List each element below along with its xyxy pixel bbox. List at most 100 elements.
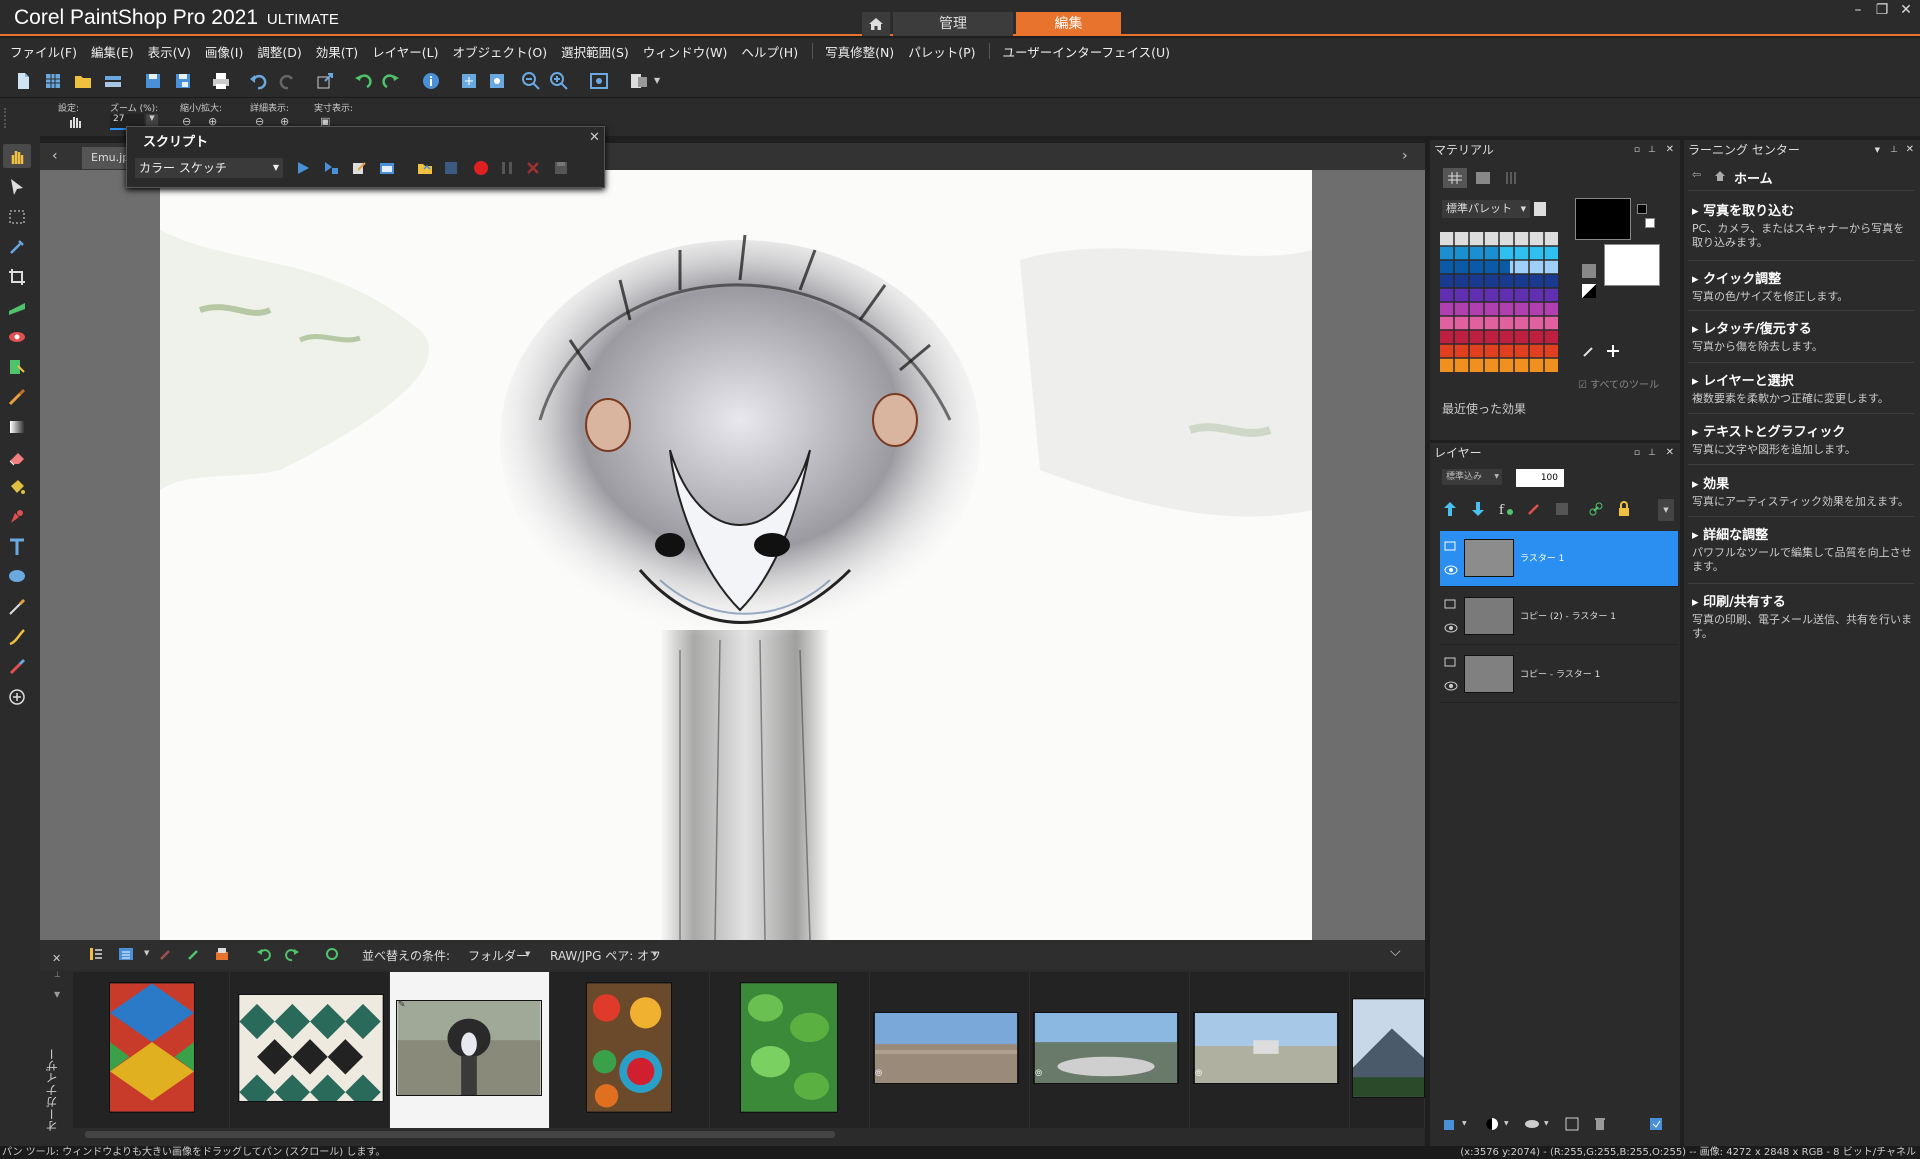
rotate-left-icon[interactable] — [256, 946, 272, 962]
menu-layers[interactable]: レイヤー(L) — [372, 42, 438, 61]
mask-from-image-icon[interactable] — [1524, 1116, 1540, 1132]
chevron-down-icon[interactable]: ▼ — [652, 950, 657, 958]
thumbnail-cell[interactable]: ⦾ — [870, 972, 1030, 1128]
menu-view[interactable]: 表示(V) — [148, 42, 191, 61]
chevron-down-icon[interactable]: ▼ — [654, 76, 660, 85]
save-script-icon[interactable] — [553, 160, 569, 176]
fill-tool-icon[interactable] — [6, 476, 28, 498]
script-close-button[interactable]: ✕ — [589, 130, 600, 145]
rotate-right-icon[interactable] — [284, 946, 300, 962]
dropper-icon[interactable] — [1582, 344, 1596, 358]
organizer-scrollbar[interactable] — [85, 1131, 835, 1138]
layer-row[interactable]: ラスター 1 — [1440, 531, 1678, 587]
redo-history-icon[interactable] — [380, 70, 402, 92]
visibility-eye-icon[interactable] — [1444, 565, 1458, 575]
workspace-tab-home[interactable] — [862, 12, 890, 36]
thumbnail-cell[interactable] — [230, 972, 390, 1128]
palette-options-icon[interactable] — [1534, 202, 1546, 216]
close-icon[interactable]: ✕ — [1666, 443, 1674, 463]
chevron-down-icon[interactable]: ▼ — [1544, 1120, 1549, 1127]
warp-brush-tool-icon[interactable] — [6, 626, 28, 648]
script-select[interactable]: カラー スケッチ ▼ — [135, 158, 283, 178]
new-mask-icon[interactable] — [1484, 1116, 1500, 1132]
new-raster-layer-icon[interactable] — [1442, 501, 1458, 517]
learning-item[interactable]: ▸ レタッチ/復元する 写真から傷を除去します。 — [1692, 318, 1912, 354]
new-from-grid-icon[interactable] — [42, 70, 64, 92]
print-icon[interactable] — [210, 70, 232, 92]
scan-icon[interactable] — [102, 70, 124, 92]
chevron-down-icon[interactable]: ▼ — [1462, 1120, 1467, 1127]
thumbnail-cell-selected[interactable]: ✎ — [390, 972, 550, 1128]
thumbnail-cell[interactable]: ⦾ — [1030, 972, 1190, 1128]
blend-mode-dropdown[interactable]: 標準込み ▼ — [1442, 469, 1502, 485]
menu-objects[interactable]: オブジェクト(O) — [453, 42, 548, 61]
new-vector-layer-icon[interactable] — [1470, 501, 1486, 517]
grip-handle[interactable] — [4, 108, 8, 128]
undo-history-icon[interactable] — [352, 70, 374, 92]
learning-item[interactable]: ▸ 印刷/共有する 写真の印刷、電子メール送信、共有を行います。 — [1692, 591, 1912, 641]
gradient-tool-icon[interactable] — [6, 416, 28, 438]
swap-colors-icon[interactable] — [1582, 264, 1596, 278]
stop-script-icon[interactable] — [443, 160, 459, 176]
undo-icon[interactable] — [248, 70, 270, 92]
view-options-icon[interactable] — [118, 946, 134, 962]
opacity-input[interactable]: 100 — [1516, 469, 1564, 487]
close-icon[interactable]: ✕ — [1906, 140, 1914, 160]
pause-script-icon[interactable] — [499, 160, 515, 176]
pin-icon[interactable]: ⊥ — [1648, 140, 1656, 160]
pen-tool-icon[interactable] — [6, 506, 28, 528]
mixer-tab-icon[interactable] — [1504, 172, 1518, 184]
dropper-tool-icon[interactable] — [6, 236, 28, 258]
image-info-icon[interactable] — [420, 70, 442, 92]
learning-item[interactable]: ▸ 詳細な調整 パワフルなツールで編集して品質を向上させます。 — [1692, 524, 1912, 574]
layers-more-button[interactable]: ▼ — [1658, 499, 1674, 521]
selection-tool-icon[interactable] — [6, 206, 28, 228]
adjustment-layer-icon[interactable] — [1526, 501, 1542, 517]
clone-tool-icon[interactable] — [6, 356, 28, 378]
home-icon[interactable] — [1714, 170, 1726, 182]
screenshot-icon[interactable] — [588, 70, 610, 92]
fit-image-icon[interactable] — [486, 70, 508, 92]
chevron-right-icon[interactable]: › — [1402, 148, 1408, 164]
thumbnail-cell[interactable]: ⦾ — [1190, 972, 1350, 1128]
workspace-tab-edit[interactable]: 編集 — [1016, 12, 1121, 36]
workspace-tab-manage[interactable]: 管理 — [893, 12, 1013, 36]
art-brush-tool-icon[interactable] — [6, 596, 28, 618]
restore-button[interactable]: ❐ — [1870, 2, 1894, 22]
pin-icon[interactable]: ⊥ — [1648, 443, 1656, 463]
merge-icon[interactable] — [1564, 1116, 1580, 1132]
learning-item[interactable]: ▸ クイック調整 写真の色/サイズを修正します。 — [1692, 268, 1912, 304]
raw-jpg-pair-dropdown[interactable]: RAW/JPG ペア: オフ — [550, 947, 661, 964]
save-as-icon[interactable] — [172, 70, 194, 92]
batch-icon[interactable] — [214, 946, 230, 962]
dropper-icon[interactable] — [158, 946, 174, 962]
add-icon[interactable] — [1606, 344, 1620, 358]
cancel-script-icon[interactable] — [525, 160, 541, 176]
maximize-icon[interactable]: ▫ — [1634, 443, 1640, 463]
lock-icon[interactable] — [1616, 501, 1632, 517]
learning-item[interactable]: ▸ テキストとグラフィック 写真に文字や図形を追加します。 — [1692, 421, 1912, 457]
resize-icon[interactable] — [314, 70, 336, 92]
color-swatches[interactable] — [1440, 232, 1558, 374]
paint-brush-tool-icon[interactable] — [6, 386, 28, 408]
shape-tool-icon[interactable] — [6, 566, 28, 588]
close-button[interactable]: ✕ — [1894, 2, 1918, 22]
gradient-tab-icon[interactable] — [1476, 172, 1490, 184]
organizer-close-button[interactable]: ✕ — [52, 952, 61, 965]
new-layer-icon[interactable] — [1442, 1116, 1458, 1132]
fit-window-icon[interactable] — [458, 70, 480, 92]
thumbnail-cell[interactable] — [1350, 972, 1425, 1128]
pin-icon[interactable]: ⊥ — [54, 970, 61, 979]
minimize-button[interactable]: – — [1846, 2, 1870, 22]
zoom-out-icon[interactable] — [520, 70, 542, 92]
crop-tool-icon[interactable] — [6, 266, 28, 288]
menu-help[interactable]: ヘルプ(H) — [741, 42, 798, 61]
redo-icon[interactable] — [276, 70, 298, 92]
maximize-icon[interactable]: ▫ — [1634, 140, 1640, 160]
menu-image[interactable]: 画像(I) — [205, 42, 243, 61]
chevron-down-icon[interactable]: ▼ — [525, 950, 530, 958]
thumbnail-cell[interactable] — [73, 972, 230, 1128]
open-script-folder-icon[interactable] — [417, 160, 433, 176]
menu-adjust[interactable]: 調整(D) — [257, 42, 301, 61]
background-color[interactable] — [1604, 244, 1660, 286]
